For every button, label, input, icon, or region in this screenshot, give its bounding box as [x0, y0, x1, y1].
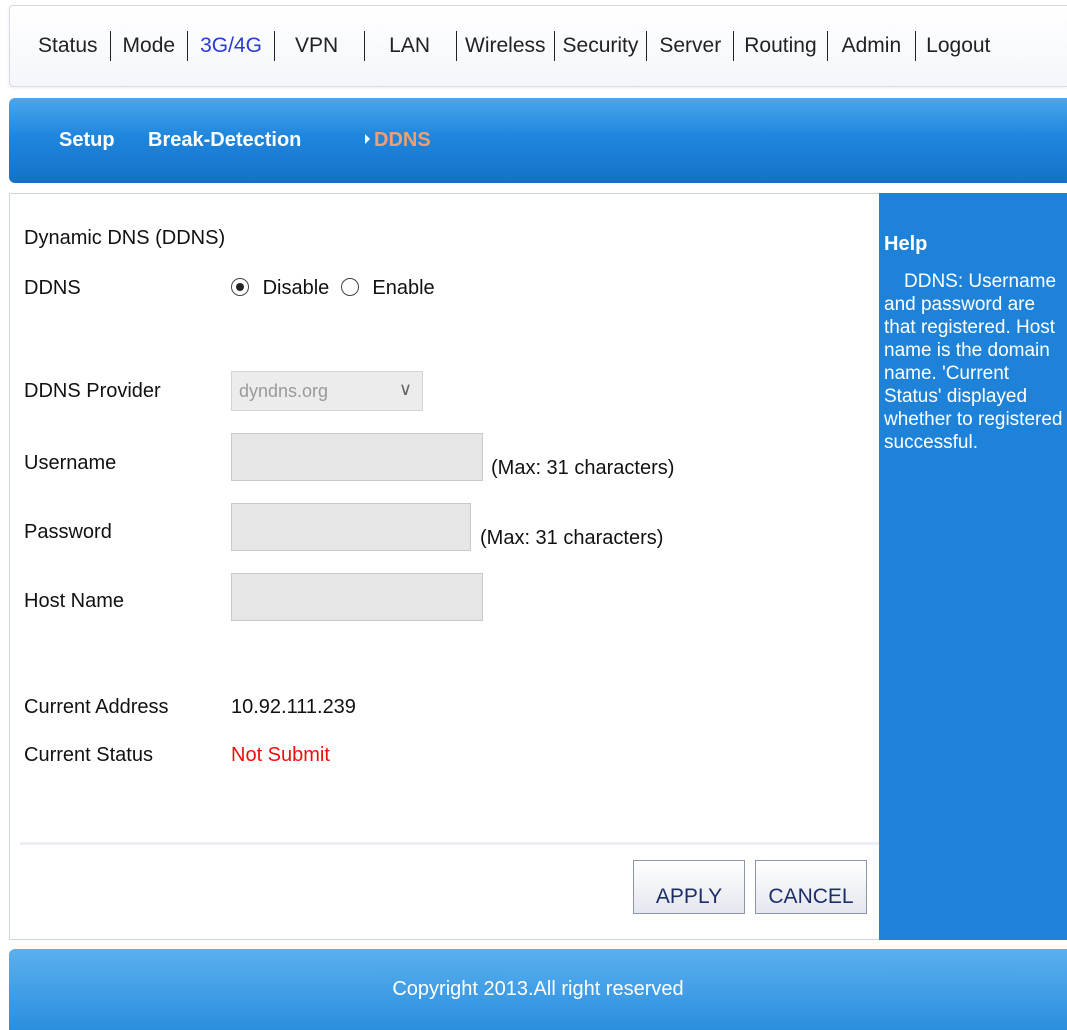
password-label: Password: [24, 521, 112, 543]
disable-label[interactable]: Disable: [263, 277, 330, 299]
password-input[interactable]: [231, 503, 471, 551]
arrow-right-icon: [365, 134, 370, 144]
current-address-label: Current Address: [24, 696, 169, 718]
username-label: Username: [24, 452, 117, 474]
nav-mode[interactable]: Mode: [111, 34, 188, 58]
sub-nav: Setup Break-Detection DDNS: [9, 98, 1067, 183]
provider-label: DDNS Provider: [24, 380, 161, 402]
ddns-radio-group: Disable Enable: [231, 277, 435, 300]
provider-value: dyndns.org: [239, 381, 329, 401]
form-divider: [20, 842, 879, 845]
nav-lan[interactable]: LAN: [365, 34, 456, 58]
help-text: DDNS: Username and password are that reg…: [884, 271, 1063, 453]
ddns-label: DDNS: [24, 277, 81, 299]
nav-routing[interactable]: Routing: [734, 34, 826, 58]
ddns-form-panel: Dynamic DNS (DDNS) DDNS Disable Enable D…: [9, 193, 879, 940]
nav-server[interactable]: Server: [647, 34, 733, 58]
current-address-value: 10.92.111.239: [231, 696, 356, 718]
username-hint: (Max: 31 characters): [491, 457, 675, 479]
enable-radio[interactable]: [340, 278, 359, 296]
nav-admin[interactable]: Admin: [828, 34, 916, 58]
nav-status[interactable]: Status: [26, 34, 110, 58]
copyright-text: Copyright 2013.All right reserved: [392, 978, 684, 1000]
top-nav: Status Mode 3G/4G VPN LAN Wireless Secur…: [9, 5, 1067, 87]
nav-logout[interactable]: Logout: [916, 34, 1000, 58]
nav-vpn[interactable]: VPN: [275, 34, 364, 58]
help-title: Help: [884, 233, 928, 255]
chevron-down-icon: ∨: [398, 379, 412, 399]
password-hint: (Max: 31 characters): [480, 527, 664, 549]
help-panel: Help DDNS: Username and password are tha…: [879, 193, 1067, 940]
nav-3g4g[interactable]: 3G/4G: [188, 34, 274, 58]
apply-button[interactable]: APPLY: [633, 860, 745, 914]
disable-radio[interactable]: [231, 278, 249, 296]
ddns-provider-select[interactable]: dyndns.org ∨: [231, 371, 423, 411]
cancel-button[interactable]: CANCEL: [755, 860, 867, 914]
nav-wireless[interactable]: Wireless: [457, 34, 554, 58]
enable-label[interactable]: Enable: [372, 277, 434, 299]
subnav-break-detection[interactable]: Break-Detection: [148, 129, 301, 152]
subnav-ddns[interactable]: DDNS: [365, 129, 431, 152]
hostname-label: Host Name: [24, 590, 125, 612]
subnav-ddns-label: DDNS: [374, 129, 431, 151]
subnav-setup[interactable]: Setup: [59, 129, 115, 152]
current-status-value: Not Submit: [231, 744, 330, 766]
section-title: Dynamic DNS (DDNS): [24, 227, 226, 249]
nav-security[interactable]: Security: [555, 34, 647, 58]
footer: Copyright 2013.All right reserved: [9, 949, 1067, 1030]
hostname-input[interactable]: [231, 573, 483, 621]
username-input[interactable]: [231, 433, 483, 481]
current-status-label: Current Status: [24, 744, 153, 766]
